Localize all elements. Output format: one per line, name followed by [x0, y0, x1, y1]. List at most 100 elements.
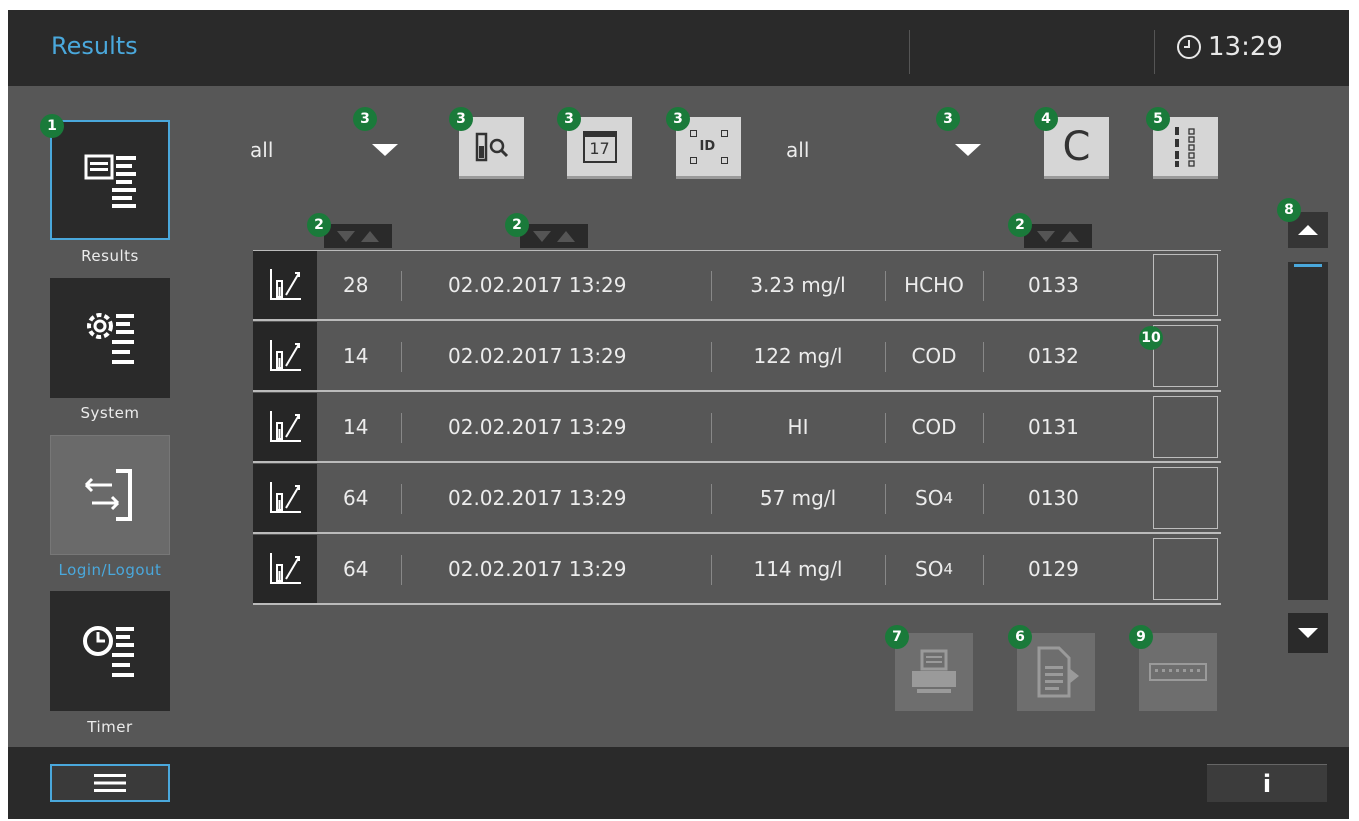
callout-badge: 3: [449, 107, 473, 131]
cell-divider: [983, 484, 984, 514]
sidebar-item-results[interactable]: [50, 120, 170, 240]
cell-number: 14: [343, 415, 369, 439]
parameter-text: SO: [915, 486, 944, 510]
sort-desc-icon: [337, 230, 355, 242]
row-select-checkbox[interactable]: [1153, 467, 1218, 529]
scroll-down-button[interactable]: [1288, 613, 1328, 653]
cell-datetime: 02.02.2017 13:29: [448, 557, 627, 581]
sort-asc-icon: [361, 230, 379, 242]
header-divider: [909, 30, 910, 74]
parameter-text: COD: [911, 344, 957, 368]
row-select-checkbox[interactable]: [1153, 325, 1218, 387]
sidebar-item-timer[interactable]: [50, 591, 170, 711]
keyboard-button[interactable]: [1139, 633, 1217, 711]
callout-badge: 2: [307, 213, 331, 237]
page-title: Results: [51, 32, 138, 60]
cell-divider: [401, 271, 402, 301]
cell-divider: [983, 555, 984, 585]
sort-date-button[interactable]: [520, 224, 588, 248]
table-row[interactable]: 64 02.02.2017 13:29 114 mg/l SO 4 0129: [253, 535, 1221, 605]
table-row[interactable]: 64 02.02.2017 13:29 57 mg/l SO 4 0130: [253, 464, 1221, 534]
sort-asc-icon: [557, 230, 575, 242]
cell-id: 0132: [1028, 344, 1079, 368]
chart-icon[interactable]: [253, 322, 317, 390]
header-bar: Results 13:29: [8, 10, 1349, 86]
parameter-subscript: 4: [943, 489, 953, 507]
callout-badge: 3: [557, 107, 581, 131]
cell-divider: [711, 413, 712, 443]
sort-id-button[interactable]: [1024, 224, 1092, 248]
cell-id: 0133: [1028, 273, 1079, 297]
cell-divider: [401, 555, 402, 585]
cell-divider: [983, 413, 984, 443]
clock: 13:29: [1176, 32, 1283, 62]
cell-id: 0130: [1028, 486, 1079, 510]
info-button[interactable]: i: [1207, 764, 1327, 802]
results-list-icon: [84, 154, 136, 208]
clock-icon: [1177, 35, 1201, 59]
cell-divider: [401, 342, 402, 372]
calendar-icon: 17: [582, 130, 617, 163]
cell-id: 0129: [1028, 557, 1079, 581]
sort-number-button[interactable]: [324, 224, 392, 248]
sidebar-item-login-logout[interactable]: [50, 435, 170, 555]
row-select-checkbox[interactable]: [1153, 396, 1218, 458]
chart-icon[interactable]: [253, 464, 317, 532]
print-button[interactable]: [895, 633, 973, 711]
table-row[interactable]: 14 02.02.2017 13:29 HI COD 0131: [253, 393, 1221, 463]
sidebar-item-system[interactable]: [50, 278, 170, 398]
columns-icon: [1174, 126, 1195, 167]
table-row[interactable]: 14 02.02.2017 13:29 122 mg/l COD 0132: [253, 322, 1221, 392]
sort-desc-icon: [1037, 230, 1055, 242]
login-logout-icon: [84, 469, 132, 521]
chart-icon[interactable]: [253, 251, 317, 319]
chevron-down-icon: [1298, 628, 1318, 638]
cell-divider: [401, 484, 402, 514]
chart-icon[interactable]: [253, 393, 317, 461]
cell-value: 3.23 mg/l: [750, 273, 846, 297]
table-row[interactable]: 28 02.02.2017 13:29 3.23 mg/l HCHO 0133: [253, 251, 1221, 321]
scrollbar-thumb[interactable]: [1294, 264, 1322, 267]
keyboard-icon: [1149, 663, 1207, 681]
menu-button[interactable]: [50, 764, 170, 802]
callout-badge: 3: [666, 107, 690, 131]
callout-badge: 3: [353, 107, 377, 131]
callout-badge: 2: [1008, 213, 1032, 237]
cell-value: 122 mg/l: [753, 344, 843, 368]
chart-icon-svg: [270, 553, 301, 584]
sidebar-item-label: Login/Logout: [58, 561, 162, 579]
cell-value: HI: [787, 415, 809, 439]
chart-icon[interactable]: [253, 535, 317, 603]
filter-select-value[interactable]: all: [786, 138, 809, 162]
row-select-checkbox[interactable]: [1153, 254, 1218, 316]
cell-parameter: COD: [886, 322, 982, 390]
dropdown-arrow-icon[interactable]: [955, 144, 981, 156]
callout-badge: 4: [1034, 107, 1058, 131]
document-export-icon: [1037, 646, 1079, 698]
parameter-text: COD: [911, 415, 957, 439]
callout-badge: 10: [1139, 326, 1163, 350]
cell-divider: [711, 555, 712, 585]
cell-parameter: HCHO: [886, 251, 982, 319]
cell-datetime: 02.02.2017 13:29: [448, 273, 627, 297]
scrollbar-track[interactable]: [1288, 262, 1328, 600]
header-divider: [1154, 30, 1155, 74]
cell-divider: [711, 271, 712, 301]
chart-icon-svg: [270, 482, 301, 513]
timer-icon: [83, 626, 134, 677]
cell-number: 14: [343, 344, 369, 368]
hamburger-menu-icon: [94, 774, 126, 792]
callout-badge: 7: [885, 625, 909, 649]
filter-select-value[interactable]: all: [250, 138, 273, 162]
chart-icon-svg: [270, 269, 301, 300]
chart-icon-svg: [270, 340, 301, 371]
callout-badge: 3: [936, 107, 960, 131]
row-select-checkbox[interactable]: [1153, 538, 1218, 600]
parameter-text: SO: [915, 557, 944, 581]
sidebar-item-label: System: [80, 404, 140, 422]
dropdown-arrow-icon[interactable]: [372, 144, 398, 156]
cell-parameter: SO 4: [886, 464, 982, 532]
cell-parameter: SO 4: [886, 535, 982, 603]
cell-datetime: 02.02.2017 13:29: [448, 486, 627, 510]
cell-divider: [983, 271, 984, 301]
